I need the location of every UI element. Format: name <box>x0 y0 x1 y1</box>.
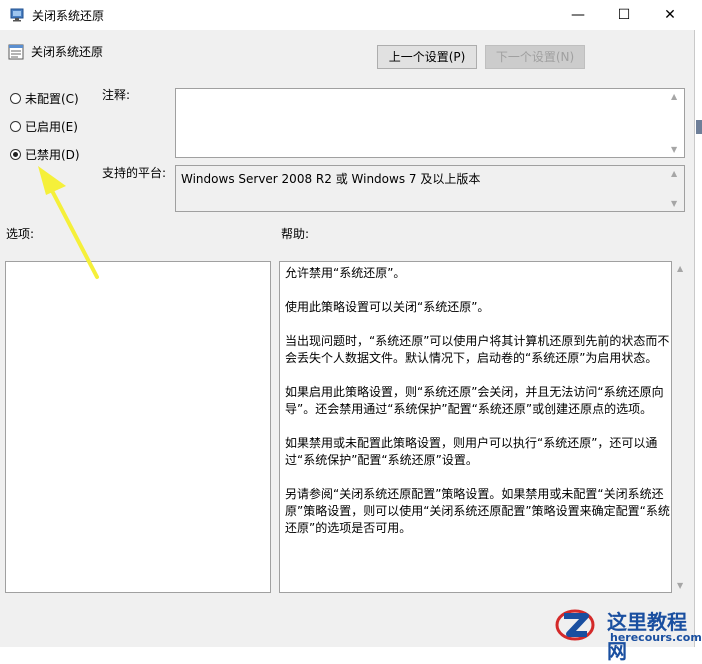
background-window-edge <box>696 120 702 134</box>
watermark-z-icon <box>555 609 595 641</box>
annotation-arrow <box>38 166 99 279</box>
arrow-shaft <box>46 181 99 279</box>
watermark-logo: 这里教程网 herecours.com <box>555 604 702 663</box>
watermark-url: herecours.com <box>610 631 702 644</box>
arrow-head <box>38 166 66 195</box>
